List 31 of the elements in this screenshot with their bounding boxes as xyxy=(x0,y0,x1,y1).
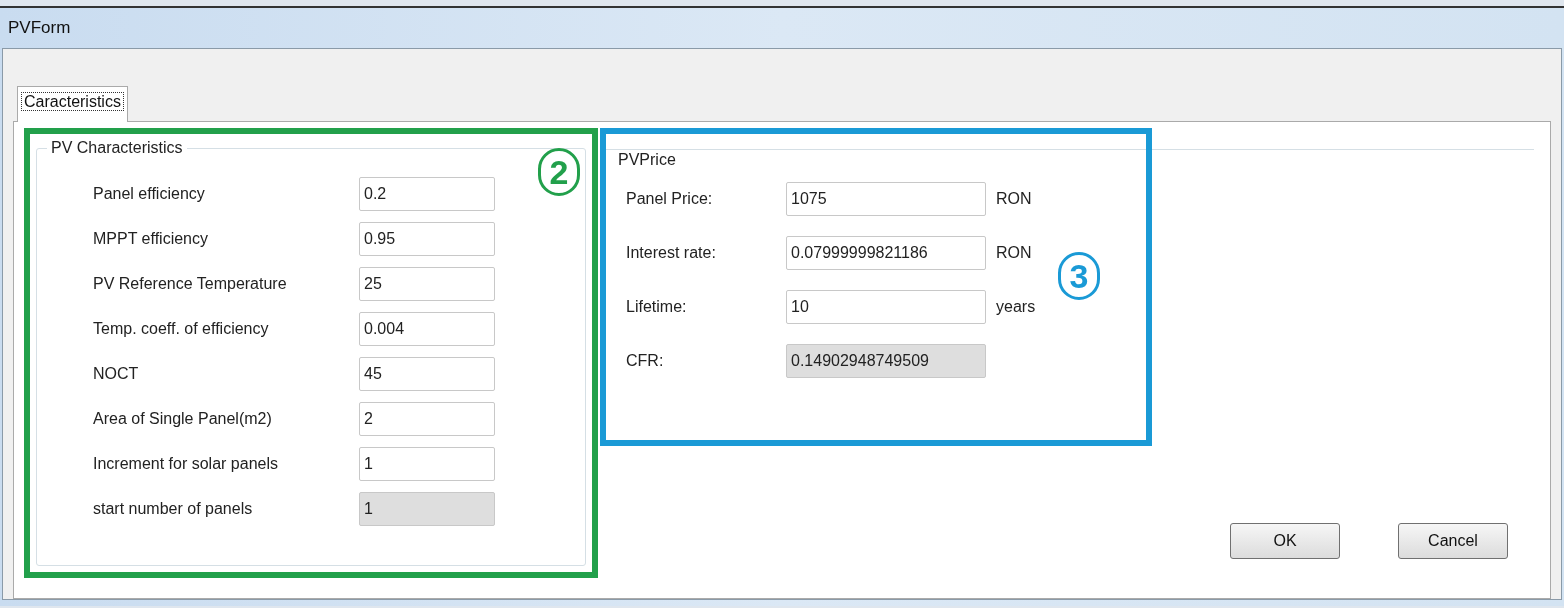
field-label: Panel Price: xyxy=(626,189,714,209)
dialog-button[interactable]: Cancel xyxy=(1398,523,1508,559)
text-field[interactable]: 1075 xyxy=(786,182,986,216)
window-title: PVForm xyxy=(8,17,71,40)
field-label: Area of Single Panel(m2) xyxy=(93,409,273,429)
text-field[interactable]: 1 xyxy=(359,447,495,481)
text-field[interactable]: 0.004 xyxy=(359,312,495,346)
dialog-button[interactable]: OK xyxy=(1230,523,1340,559)
field-label: PV Reference Temperature xyxy=(93,274,288,294)
text-field[interactable]: 0.07999999821186 xyxy=(786,236,986,270)
unit-label: RON xyxy=(996,189,1032,209)
unit-label: years xyxy=(996,297,1036,317)
field-label: Lifetime: xyxy=(626,297,688,317)
field-label: Increment for solar panels xyxy=(93,454,279,474)
text-field[interactable]: 0.95 xyxy=(359,222,495,256)
annotation-number: 2 xyxy=(538,148,580,196)
annotation-number: 3 xyxy=(1058,252,1100,300)
text-field[interactable]: 45 xyxy=(359,357,495,391)
text-field[interactable]: 10 xyxy=(786,290,986,324)
field-label: NOCT xyxy=(93,364,140,384)
field-label: MPPT efficiency xyxy=(93,229,209,249)
tab[interactable]: Caracteristics xyxy=(17,86,128,122)
unit-label: RON xyxy=(996,243,1032,263)
text-field[interactable]: 0.2 xyxy=(359,177,495,211)
field-label: Panel efficiency xyxy=(93,184,206,204)
field-label: CFR: xyxy=(626,351,665,371)
text-field[interactable]: 2 xyxy=(359,402,495,436)
field-label: Interest rate: xyxy=(626,243,717,263)
text-field[interactable]: 25 xyxy=(359,267,495,301)
field-label: start number of panels xyxy=(93,499,254,519)
field-label: Temp. coeff. of efficiency xyxy=(93,319,270,339)
